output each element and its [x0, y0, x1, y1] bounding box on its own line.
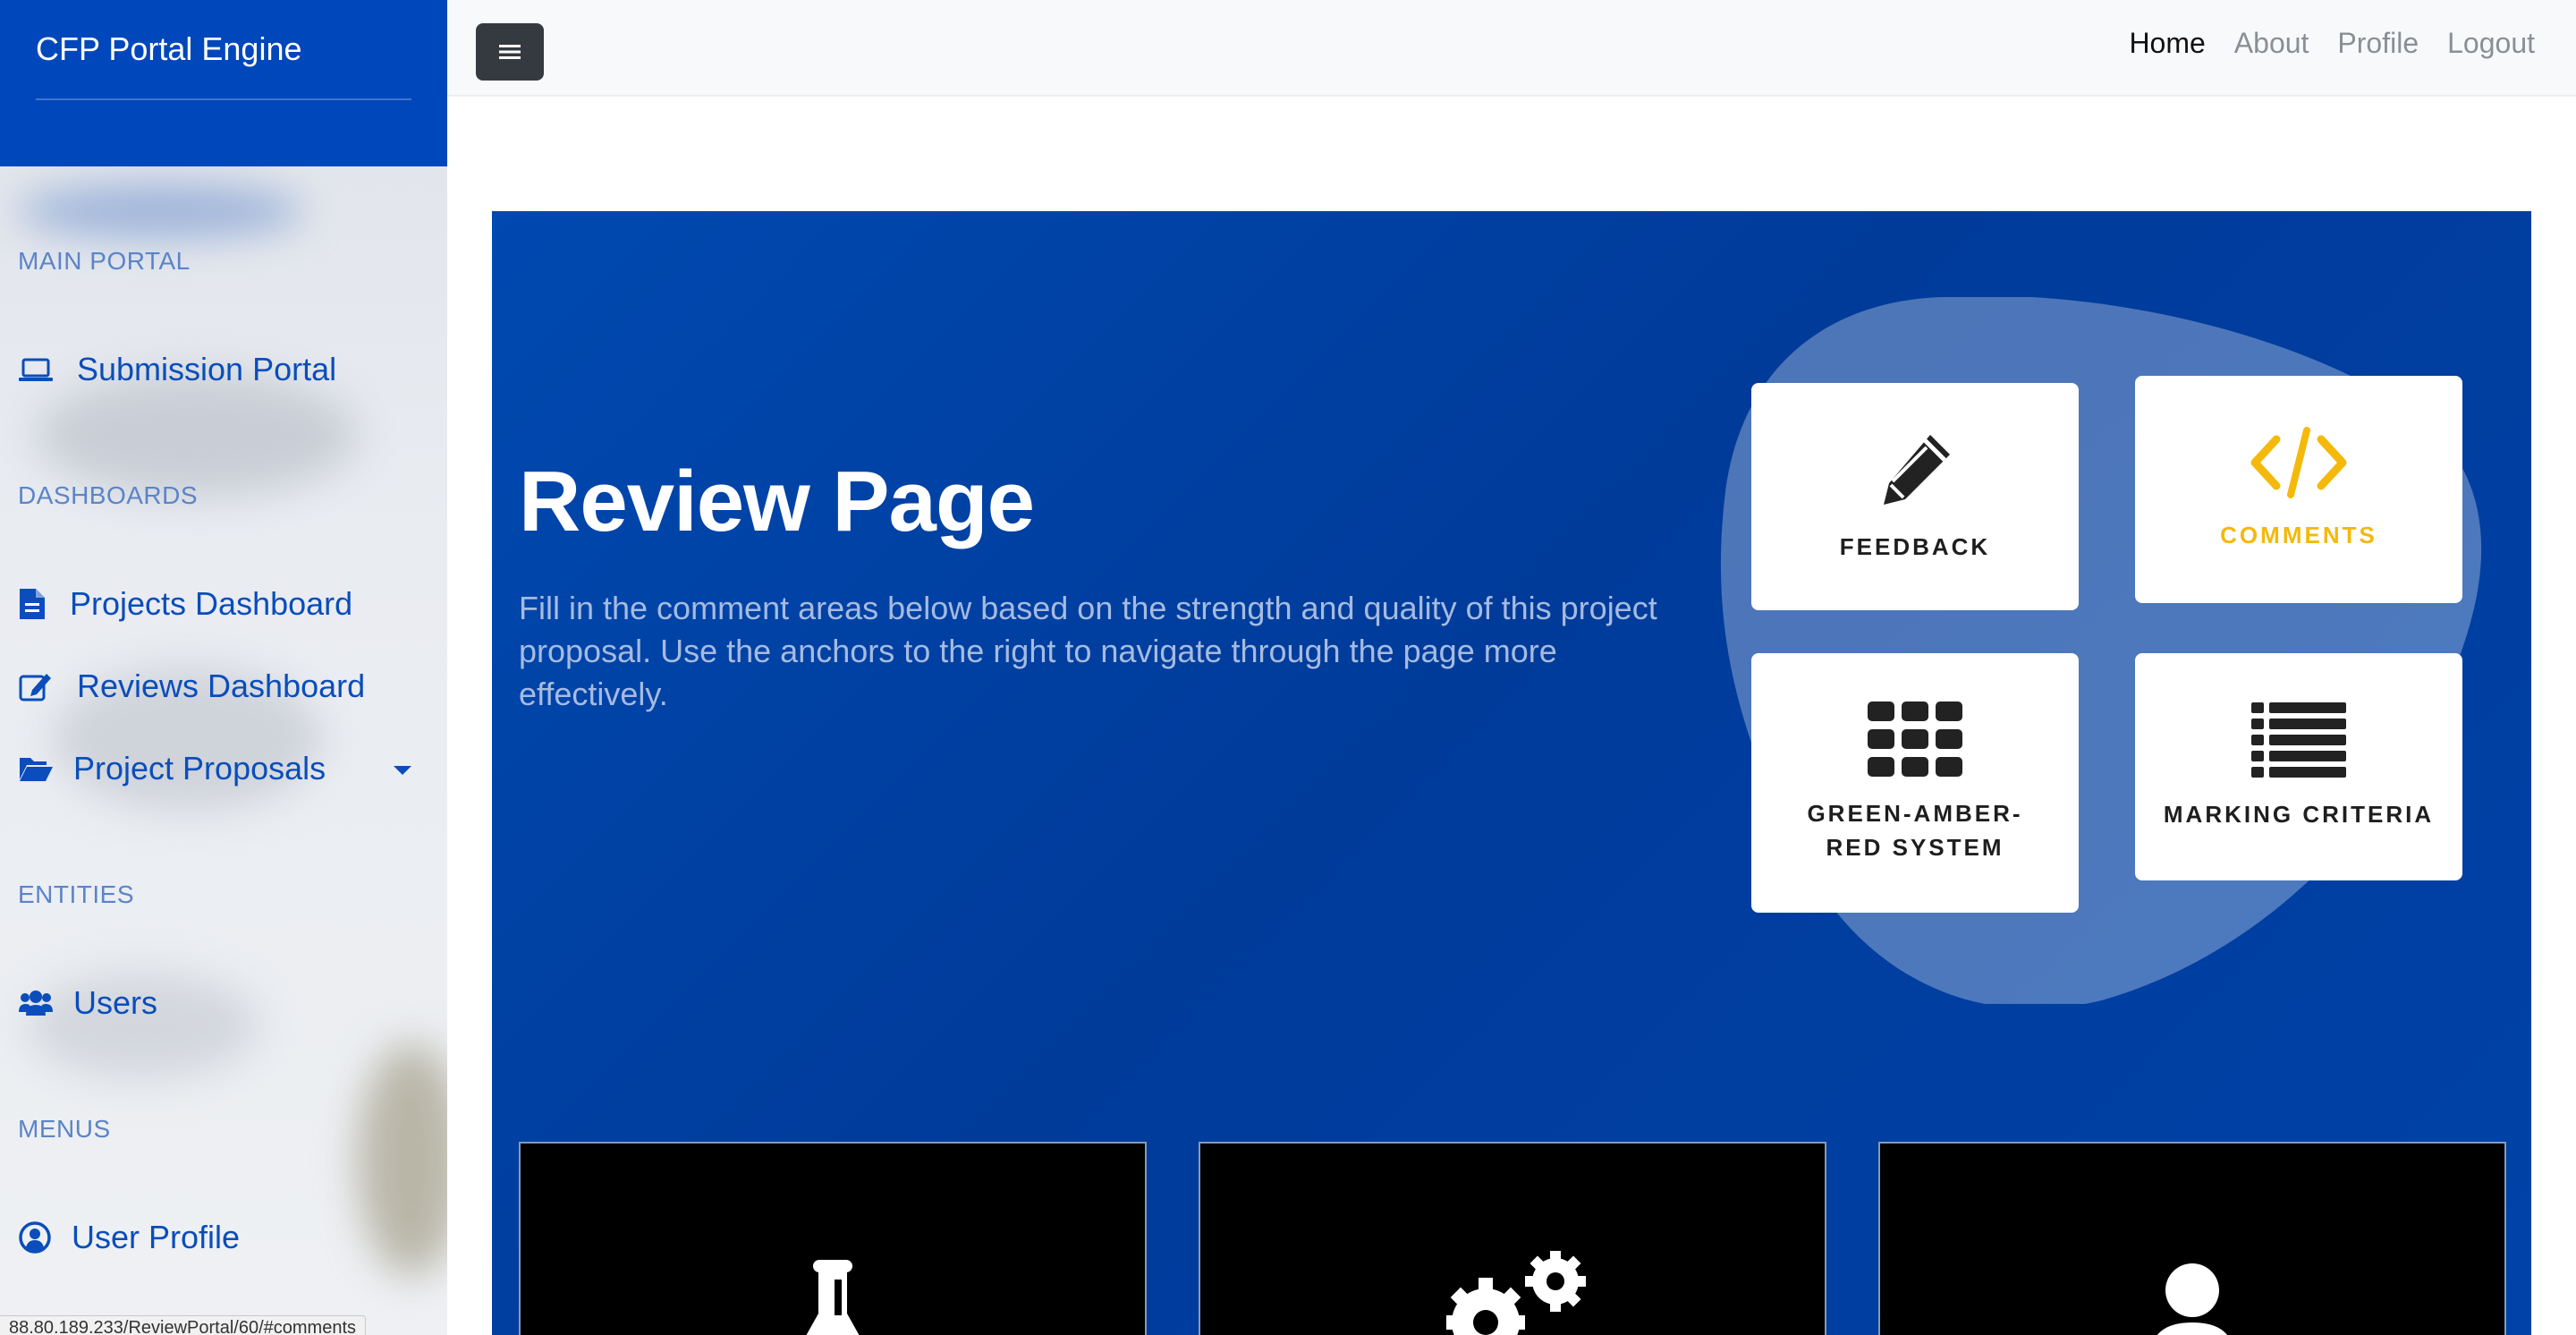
gears-icon: [1446, 1251, 1586, 1335]
code-icon: [2250, 427, 2347, 498]
nav-logout-link[interactable]: Logout: [2447, 27, 2535, 60]
hero-section: Review Page Fill in the comment areas be…: [492, 211, 2531, 1335]
pencil-icon: [1884, 435, 1950, 505]
brand-title[interactable]: CFP Portal Engine: [36, 30, 302, 68]
section-heading-main-portal: MAIN PORTAL: [18, 247, 191, 275]
card-label: GREEN-AMBER-RED SYSTEM: [1807, 800, 2023, 861]
sidebar-item-users[interactable]: Users: [18, 984, 157, 1022]
sidebar-item-label: User Profile: [72, 1219, 241, 1255]
document-icon: [20, 589, 45, 619]
sidebar-item-label: Reviews Dashboard: [77, 668, 366, 704]
card-label: FEEDBACK: [1839, 533, 1991, 560]
section-heading-menus: MENUS: [18, 1115, 111, 1143]
feature-panel[interactable]: [1878, 1142, 2506, 1335]
page-title: Review Page: [519, 454, 1035, 549]
sidebar-item-user-profile[interactable]: User Profile: [18, 1219, 240, 1256]
user-circle-icon: [19, 1221, 51, 1254]
sidebar-item-reviews-dashboard[interactable]: Reviews Dashboard: [18, 668, 365, 705]
user-icon: [2157, 1263, 2227, 1335]
nav-home-link[interactable]: Home: [2129, 27, 2205, 60]
page-description: Fill in the comment areas below based on…: [519, 590, 1657, 712]
anchor-card-green-amber-red[interactable]: GREEN-AMBER-RED SYSTEM: [1751, 653, 2079, 913]
sidebar-item-label: Users: [73, 984, 158, 1021]
sidebar: CFP Portal Engine MAIN PORTAL Submission…: [0, 0, 447, 1335]
brand-divider: [36, 98, 411, 100]
sidebar-toggle-button[interactable]: [476, 23, 544, 81]
grid-icon: [1868, 702, 1962, 777]
sidebar-item-project-proposals[interactable]: Project Proposals: [18, 750, 326, 787]
users-icon: [19, 991, 53, 1016]
edit-icon: [19, 674, 51, 702]
section-heading-dashboards: DASHBOARDS: [18, 481, 199, 509]
sidebar-item-label: Projects Dashboard: [70, 585, 353, 622]
folder-open-icon: [20, 758, 53, 781]
chevron-down-icon[interactable]: [394, 766, 411, 775]
sidebar-item-label: Project Proposals: [73, 750, 326, 787]
feature-panel[interactable]: [1199, 1142, 1826, 1335]
sidebar-item-label: Submission Portal: [77, 351, 337, 387]
top-navbar: Home About Profile Logout: [447, 0, 2576, 97]
list-icon: [2251, 702, 2346, 778]
status-bar-url: 88.80.189.233/ReviewPortal/60/#comments: [0, 1315, 367, 1335]
card-label: MARKING CRITERIA: [2163, 801, 2435, 828]
section-heading-entities: ENTITIES: [18, 880, 135, 908]
hamburger-icon: [499, 45, 521, 59]
top-nav-links: Home About Profile Logout: [2129, 27, 2535, 60]
laptop-icon: [19, 358, 53, 381]
sidebar-item-submission-portal[interactable]: Submission Portal: [18, 351, 336, 388]
nav-profile-link[interactable]: Profile: [2337, 27, 2419, 60]
flask-icon: [806, 1260, 860, 1335]
anchor-card-feedback[interactable]: FEEDBACK: [1751, 383, 2079, 610]
sidebar-header: CFP Portal Engine: [0, 0, 447, 166]
anchor-card-comments[interactable]: COMMENTS: [2135, 376, 2462, 603]
sidebar-item-projects-dashboard[interactable]: Projects Dashboard: [18, 585, 352, 623]
nav-about-link[interactable]: About: [2234, 27, 2309, 60]
feature-panel[interactable]: [519, 1142, 1147, 1335]
anchor-card-marking-criteria[interactable]: MARKING CRITERIA: [2135, 653, 2462, 880]
card-label: COMMENTS: [2220, 522, 2377, 548]
